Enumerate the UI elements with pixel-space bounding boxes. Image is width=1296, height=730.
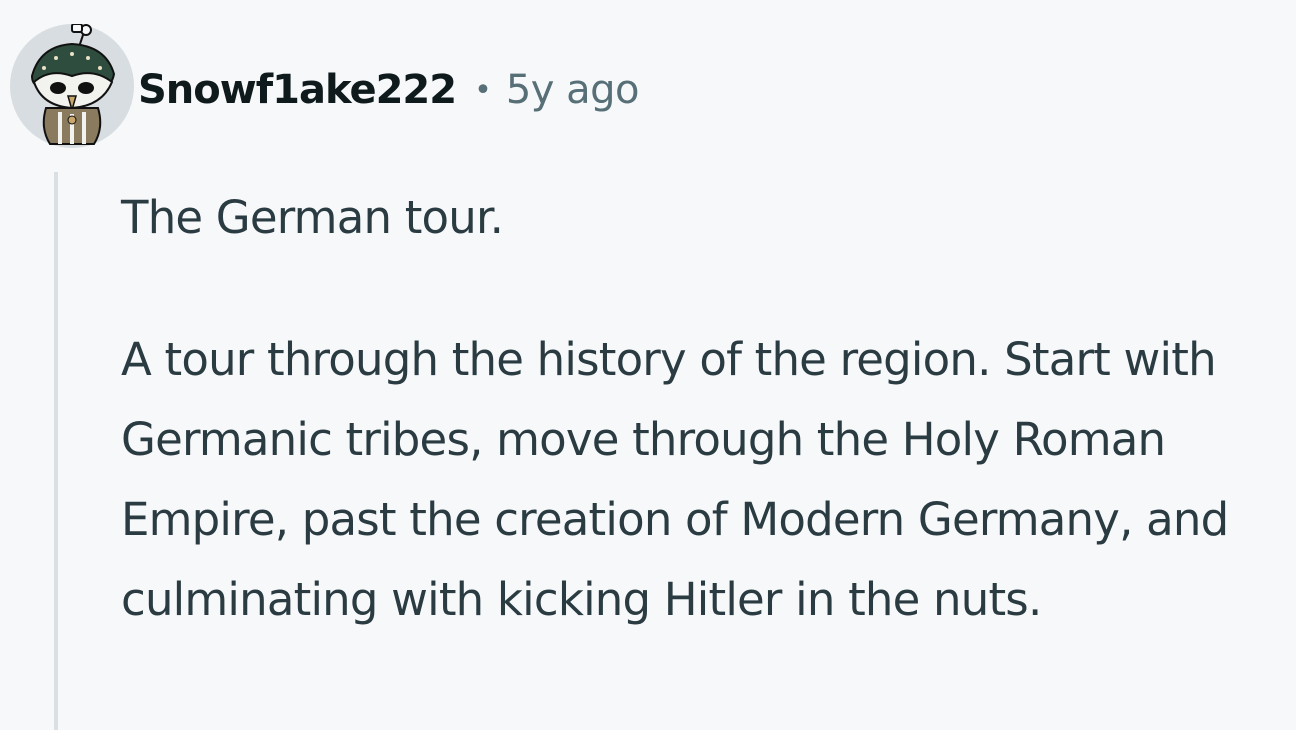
comment-paragraph: The German tour. (121, 191, 504, 244)
comment-header: Snowf1ake222 • 5y ago (138, 62, 640, 118)
username-link[interactable]: Snowf1ake222 (138, 67, 457, 113)
comment: Snowf1ake222 • 5y ago The German tour. A… (0, 0, 1296, 730)
thread-line[interactable] (54, 172, 58, 730)
comment-body: The German tour. A tour through the hist… (121, 178, 1296, 640)
timestamp[interactable]: 5y ago (506, 67, 640, 113)
user-avatar[interactable] (10, 24, 134, 148)
separator-dot: • (474, 72, 492, 108)
owl-snoo-avatar-icon (10, 24, 134, 148)
comment-paragraph: A tour through the history of the region… (121, 333, 1229, 626)
